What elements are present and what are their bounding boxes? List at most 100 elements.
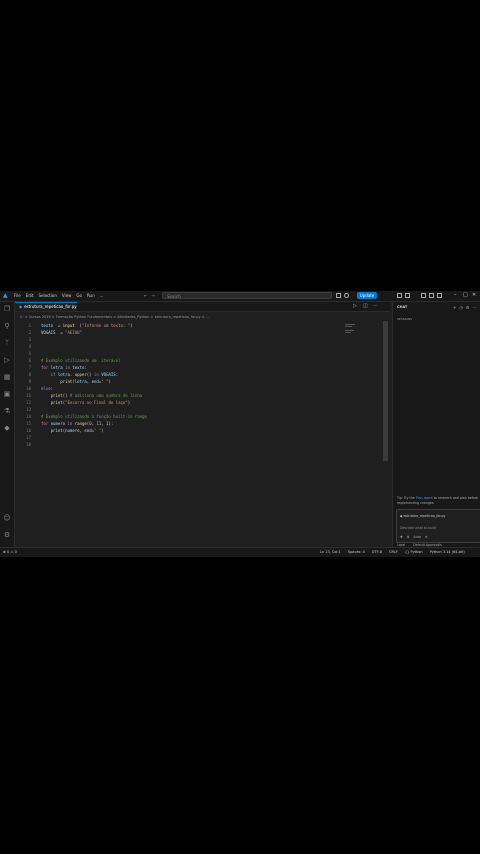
- send-icon[interactable]: ➤: [425, 535, 428, 539]
- copilot-icon[interactable]: [336, 293, 341, 298]
- language-mode[interactable]: {} Python: [405, 548, 423, 557]
- manage-gear-icon[interactable]: ⚙: [3, 531, 11, 539]
- tip-prefix: Tip: Try the: [397, 496, 416, 500]
- menu-item[interactable]: Edit: [26, 293, 34, 299]
- agent-picker[interactable]: Auto: [414, 535, 421, 539]
- line-code: # Exemplo utilizando um iterável: [41, 358, 120, 364]
- maximize-icon[interactable]: □: [463, 292, 468, 299]
- python-file-icon: ◆: [19, 304, 23, 309]
- minimap[interactable]: [345, 324, 357, 336]
- extensions-icon[interactable]: ▦: [3, 373, 11, 381]
- code-line[interactable]: 10 else:: [15, 386, 375, 392]
- line-number: 18: [26, 442, 31, 447]
- cursor-position[interactable]: Ln 13, Col 1: [320, 548, 341, 557]
- code-line[interactable]: 18: [15, 442, 375, 448]
- code-line[interactable]: 17: [15, 435, 375, 441]
- menu-item[interactable]: View: [62, 293, 72, 299]
- tab-estrutura-repeticao-for[interactable]: ◆ estrutura_repeticao_for.py: [15, 302, 77, 311]
- line-code: for numero in range(0, 11, 1):: [41, 421, 113, 427]
- menu-item[interactable]: Go: [76, 293, 82, 299]
- sessions-label: SESSIONS: [397, 317, 413, 321]
- code-line[interactable]: 2 VOGAIS = "AEIOU": [15, 330, 375, 336]
- line-code: VOGAIS = "AEIOU": [41, 330, 82, 336]
- update-button[interactable]: Update: [357, 292, 377, 299]
- tools-icon[interactable]: ⚙: [407, 535, 410, 539]
- search-icon[interactable]: ⚲: [3, 322, 11, 330]
- code-line[interactable]: 8 if letra. upper() in VOGAIS:: [15, 372, 375, 378]
- close-icon[interactable]: ✕: [472, 292, 476, 299]
- code-line[interactable]: 9 print(letra, end=" "): [15, 379, 375, 385]
- code-token: :: [84, 365, 87, 370]
- code-line[interactable]: 1 texto = input ("Informe um texto: "): [15, 323, 375, 329]
- encoding[interactable]: UTF-8: [372, 548, 382, 557]
- explorer-icon[interactable]: ❐: [3, 305, 11, 313]
- account-icon[interactable]: ☺: [3, 514, 11, 522]
- python-icon[interactable]: ◆: [3, 424, 11, 432]
- title-bar: ▲ File Edit Selection View Go Run... ← → Sear…: [0, 291, 480, 302]
- chat-input[interactable]: ◆ estrutura_repeticao_for.py Describe wh…: [396, 509, 480, 543]
- toggle-secondary-sidebar-icon[interactable]: [437, 293, 442, 298]
- context-file-chip[interactable]: ◆ estrutura_repeticao_for.py: [400, 514, 445, 518]
- code-line[interactable]: 15 for numero in range(0, 11, 1):: [15, 421, 375, 427]
- chat-panel: CHAT + ◷ ⚙ ⋯ SESSIONS Tip: Try the Plan …: [392, 302, 480, 547]
- code-line[interactable]: 16 print(numero, end=" "): [15, 428, 375, 434]
- forward-arrow-icon[interactable]: →: [151, 293, 154, 299]
- source-control-icon[interactable]: ᛉ: [3, 339, 11, 347]
- indentation[interactable]: Spaces: 4: [348, 548, 365, 557]
- run-file-icon[interactable]: ▷: [353, 304, 357, 309]
- code-line[interactable]: 3: [15, 337, 375, 343]
- code-token: letra: [48, 365, 63, 370]
- plan-agent-link[interactable]: Plan agent: [416, 496, 433, 500]
- layout-icon[interactable]: [405, 293, 410, 298]
- vertical-scrollbar[interactable]: [383, 321, 388, 461]
- code-line[interactable]: 4: [15, 344, 375, 350]
- code-line[interactable]: 7 for letra in texto:: [15, 365, 375, 371]
- menu-item[interactable]: File: [14, 293, 21, 299]
- code-line[interactable]: 11 print() # adiciona uma quebra de linh…: [15, 393, 375, 399]
- code-token: input: [62, 323, 75, 328]
- status-bar: ⊗ 0 ⚠ 0 Ln 13, Col 1 Spaces: 4 UTF-8 CRL…: [0, 547, 480, 557]
- code-line[interactable]: 12 print("Encerra no Final do laço"): [15, 400, 375, 406]
- code-token: end: [84, 428, 92, 433]
- code-line[interactable]: 6 # Exemplo utilizando um iterável: [15, 358, 375, 364]
- run-debug-icon[interactable]: ▷: [3, 356, 11, 364]
- code-line[interactable]: 5: [15, 351, 375, 357]
- menu-item[interactable]: ...: [100, 293, 104, 299]
- back-arrow-icon[interactable]: ←: [144, 293, 147, 299]
- extensions-icon[interactable]: [397, 293, 402, 298]
- code-token: (): [86, 372, 95, 377]
- line-ending[interactable]: CRLF: [389, 548, 398, 557]
- settings-icon[interactable]: ⚙: [466, 305, 470, 310]
- search-input[interactable]: Search: [162, 292, 332, 299]
- minimize-icon[interactable]: –: [454, 292, 457, 299]
- line-code: else:: [41, 386, 53, 392]
- chat-input-placeholder[interactable]: Describe what to build: [400, 526, 436, 530]
- split-editor-icon[interactable]: ◫: [363, 304, 368, 309]
- line-code: print() # adiciona uma quebra de linha: [41, 393, 143, 399]
- testing-icon[interactable]: ⚗: [3, 407, 11, 415]
- more-actions-icon[interactable]: ⋯: [373, 304, 378, 309]
- new-chat-icon[interactable]: +: [453, 305, 456, 310]
- code-line[interactable]: 13: [15, 407, 375, 413]
- code-token: " ": [101, 379, 109, 384]
- history-icon[interactable]: ◷: [459, 305, 463, 310]
- toggle-panel-icon[interactable]: [429, 293, 434, 298]
- toggle-sidebar-icon[interactable]: [421, 293, 426, 298]
- code-editor[interactable]: 1 texto = input ("Informe um texto: ") 2 VO…: [15, 321, 390, 547]
- code-token: "Encerra no Final do laço": [65, 400, 128, 405]
- menu-item[interactable]: Run: [87, 293, 95, 299]
- menu-item[interactable]: Selection: [38, 293, 56, 299]
- breadcrumb[interactable]: C: > Cursos 2025 > Formação Python Funda…: [20, 315, 209, 320]
- remote-explorer-icon[interactable]: ▣: [3, 390, 11, 398]
- attach-icon[interactable]: ✚: [400, 535, 403, 539]
- chevron-down-icon[interactable]: [344, 293, 349, 298]
- python-interpreter[interactable]: Python 3.14 (64-bit): [430, 548, 465, 557]
- context-file-label: estrutura_repeticao_for.py: [403, 514, 446, 518]
- code-line[interactable]: 14 # Exemplo utilizando a função built-in…: [15, 414, 375, 420]
- more-icon[interactable]: ⋯: [472, 305, 476, 310]
- code-token: numero: [65, 428, 80, 433]
- code-token: "Informe um texto: ": [81, 323, 131, 328]
- line-number: 4: [28, 344, 31, 349]
- problems-indicator[interactable]: ⊗ 0 ⚠ 0: [3, 548, 17, 557]
- code-token: if: [41, 372, 56, 377]
